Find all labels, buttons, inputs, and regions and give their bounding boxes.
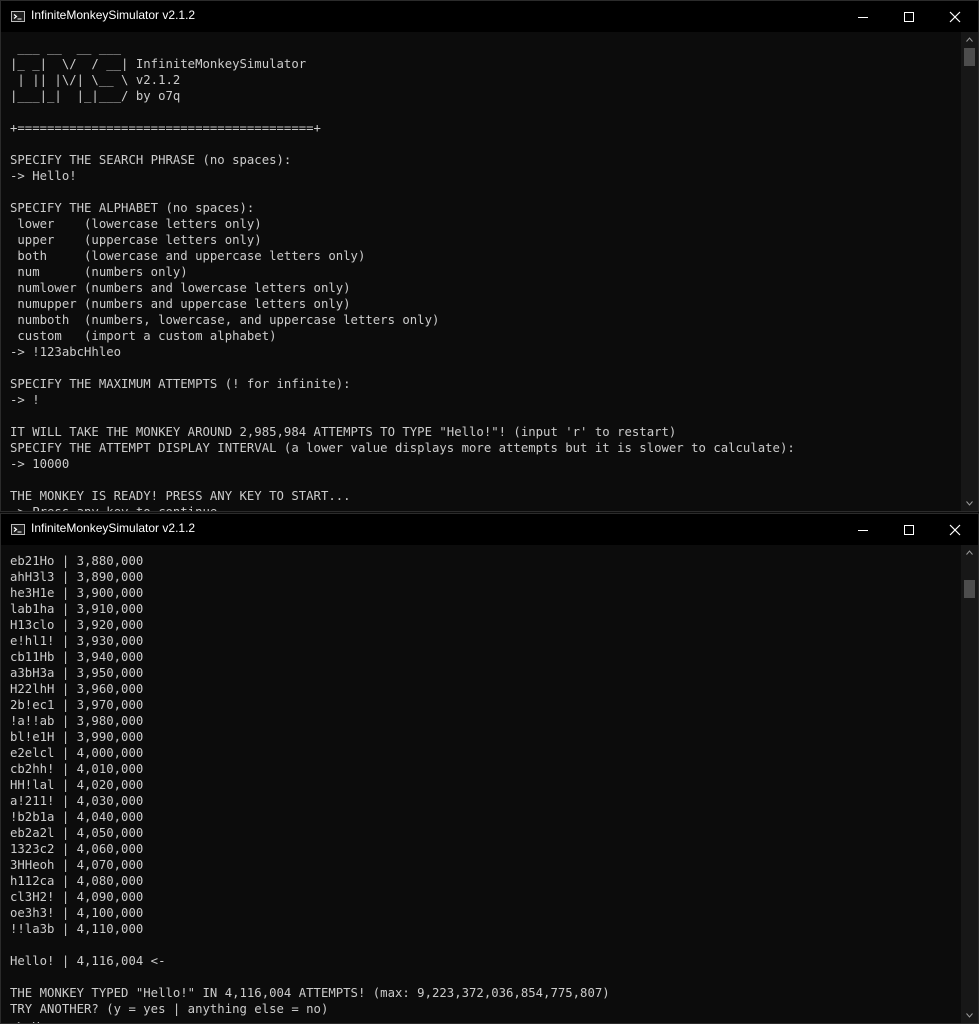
vertical-scrollbar[interactable] <box>961 545 978 1023</box>
maximize-button[interactable] <box>886 514 932 545</box>
title-bar[interactable]: InfiniteMonkeySimulator v2.1.2 <box>1 514 978 545</box>
maximize-button[interactable] <box>886 1 932 32</box>
minimize-button[interactable] <box>840 1 886 32</box>
console-line: he3H1e | 3,900,000 <box>10 586 144 600</box>
minimize-icon <box>858 530 868 531</box>
scroll-thumb[interactable] <box>964 580 975 598</box>
console-line: -> Hello! <box>10 169 77 183</box>
scroll-thumb[interactable] <box>964 48 975 66</box>
console-line: bl!e1H | 3,990,000 <box>10 730 144 744</box>
console-line: cb11Hb | 3,940,000 <box>10 650 144 664</box>
console-line: numboth (numbers, lowercase, and upperca… <box>10 313 440 327</box>
console-text: ___ __ __ ___ |_ _| \/ / __| InfiniteMonk… <box>1 32 961 511</box>
close-button[interactable] <box>932 1 978 32</box>
console-line: H22lhH | 3,960,000 <box>10 682 144 696</box>
console-line: lab1ha | 3,910,000 <box>10 602 144 616</box>
console-line: oe3h3! | 4,100,000 <box>10 906 144 920</box>
window-title: InfiniteMonkeySimulator v2.1.2 <box>31 521 196 535</box>
scroll-up-arrow[interactable] <box>961 545 978 560</box>
close-button[interactable] <box>932 514 978 545</box>
console-line: |_ _| \/ / __| InfiniteMonkeySimulator <box>10 57 307 71</box>
console-line: eb21Ho | 3,880,000 <box>10 554 144 568</box>
scroll-down-arrow[interactable] <box>961 496 978 511</box>
console-app-icon <box>11 524 25 535</box>
minimize-button[interactable] <box>840 514 886 545</box>
console-line: h112ca | 4,080,000 <box>10 874 144 888</box>
console-line: a!211! | 4,030,000 <box>10 794 144 808</box>
console-line: H13clo | 3,920,000 <box>10 618 144 632</box>
console-line: 3HHeoh | 4,070,000 <box>10 858 144 872</box>
console-line: 2b!ec1 | 3,970,000 <box>10 698 144 712</box>
window-title: InfiniteMonkeySimulator v2.1.2 <box>31 8 196 22</box>
console-window-top[interactable]: InfiniteMonkeySimulator v2.1.2 ___ __ __… <box>0 0 979 512</box>
console-line: ahH3l3 | 3,890,000 <box>10 570 144 584</box>
maximize-icon <box>904 525 914 535</box>
console-line: -> 10000 <box>10 457 70 471</box>
console-line: -> ! <box>10 393 40 407</box>
close-icon <box>949 11 961 23</box>
console-text: eb21Ho | 3,880,000 ahH3l3 | 3,890,000 he3H… <box>1 545 961 1023</box>
console-app-icon <box>11 11 25 22</box>
console-line: SPECIFY THE MAXIMUM ATTEMPTS (! for infi… <box>10 377 351 391</box>
console-line: TRY ANOTHER? (y = yes | anything else = … <box>10 1002 329 1016</box>
console-line: THE MONKEY TYPED "Hello!" IN 4,116,004 A… <box>10 986 610 1000</box>
console-line: lower (lowercase letters only) <box>10 217 262 231</box>
console-line: HH!lal | 4,020,000 <box>10 778 144 792</box>
console-line: !a!!ab | 3,980,000 <box>10 714 144 728</box>
chevron-up-icon <box>966 550 973 555</box>
console-line: upper (uppercase letters only) <box>10 233 262 247</box>
console-line: cl3H2! | 4,090,000 <box>10 890 144 904</box>
console-output[interactable]: eb21Ho | 3,880,000 ahH3l3 | 3,890,000 he3H… <box>1 545 961 1023</box>
chevron-up-icon <box>966 37 973 42</box>
console-line: THE MONKEY IS READY! PRESS ANY KEY TO ST… <box>10 489 351 503</box>
console-line: e2elcl | 4,000,000 <box>10 746 144 760</box>
vertical-scrollbar[interactable] <box>961 32 978 511</box>
console-line: both (lowercase and uppercase letters on… <box>10 249 366 263</box>
console-window-bottom[interactable]: InfiniteMonkeySimulator v2.1.2 eb21Ho | … <box>0 513 979 1024</box>
console-line: numlower (numbers and lowercase letters … <box>10 281 351 295</box>
console-line: custom (import a custom alphabet) <box>10 329 277 343</box>
minimize-icon <box>858 17 868 18</box>
console-line: IT WILL TAKE THE MONKEY AROUND 2,985,984… <box>10 425 677 439</box>
console-line: !b2b1a | 4,040,000 <box>10 810 144 824</box>
scroll-up-arrow[interactable] <box>961 32 978 47</box>
console-line: e!hl1! | 3,930,000 <box>10 634 144 648</box>
console-line: SPECIFY THE ATTEMPT DISPLAY INTERVAL (a … <box>10 441 795 455</box>
chevron-down-icon <box>966 1013 973 1018</box>
console-line: 1323c2 | 4,060,000 <box>10 842 144 856</box>
console-line: -> Press any key to continue . . . <box>10 504 961 511</box>
console-line: cb2hh! | 4,010,000 <box>10 762 144 776</box>
chevron-down-icon <box>966 501 973 506</box>
title-bar[interactable]: InfiniteMonkeySimulator v2.1.2 <box>1 1 978 32</box>
console-line: SPECIFY THE SEARCH PHRASE (no spaces): <box>10 153 292 167</box>
console-line: -> !123abcHhleo <box>10 345 122 359</box>
console-line: numupper (numbers and uppercase letters … <box>10 297 351 311</box>
console-line: Hello! | 4,116,004 <- <box>10 954 166 968</box>
console-line: a3bH3a | 3,950,000 <box>10 666 144 680</box>
scroll-down-arrow[interactable] <box>961 1008 978 1023</box>
console-line: |___|_| |_|___/ by o7q <box>10 89 181 103</box>
console-line: -> y <box>10 1017 961 1023</box>
console-line: eb2a2l | 4,050,000 <box>10 826 144 840</box>
console-line: | || |\/| \__ \ v2.1.2 <box>10 73 181 87</box>
console-line: !!la3b | 4,110,000 <box>10 922 144 936</box>
maximize-icon <box>904 12 914 22</box>
close-icon <box>949 524 961 536</box>
console-line: SPECIFY THE ALPHABET (no spaces): <box>10 201 255 215</box>
console-line: +=======================================… <box>10 121 321 135</box>
console-line: ___ __ __ ___ <box>10 41 122 55</box>
console-line: num (numbers only) <box>10 265 188 279</box>
console-output[interactable]: ___ __ __ ___ |_ _| \/ / __| InfiniteMonk… <box>1 32 961 511</box>
